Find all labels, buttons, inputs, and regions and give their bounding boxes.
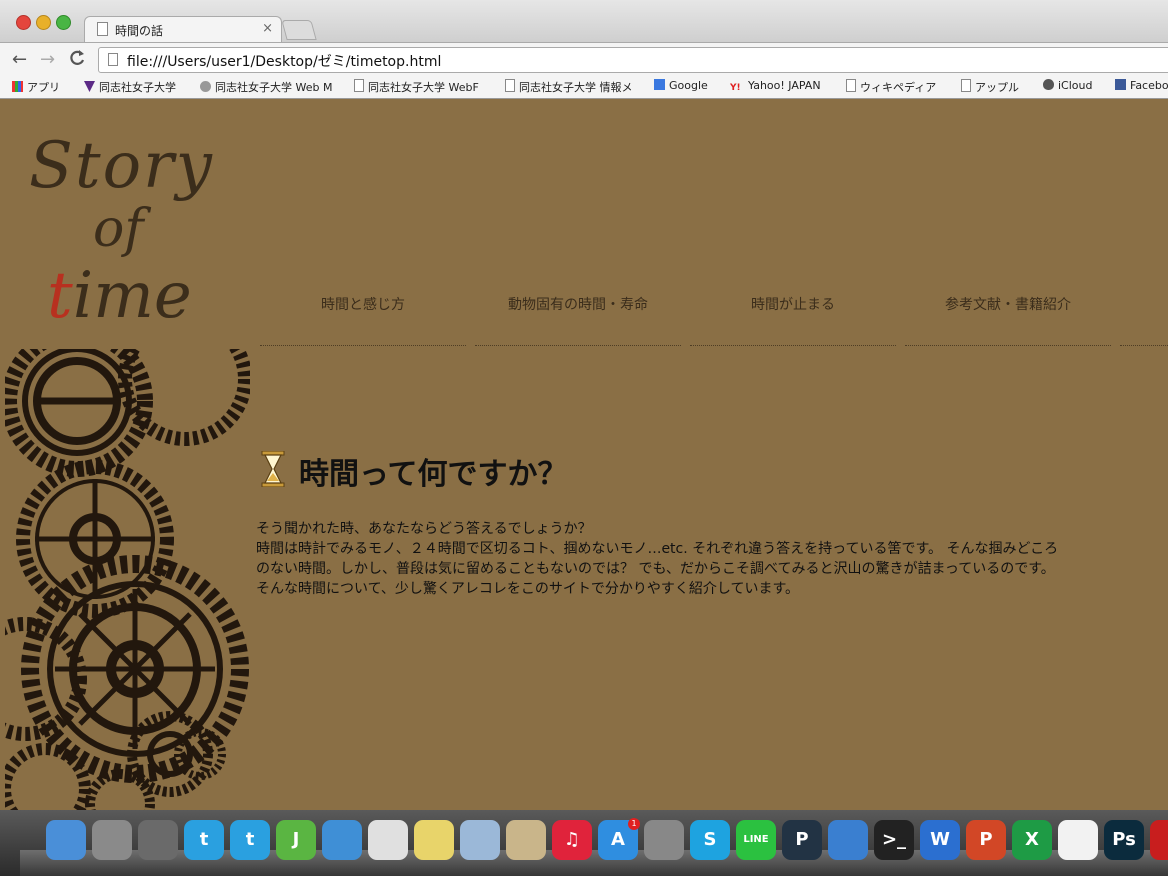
acrobat-icon[interactable] xyxy=(1150,820,1168,860)
launchpad-icon[interactable] xyxy=(92,820,132,860)
hourglass-icon xyxy=(261,451,285,487)
stickies-icon[interactable] xyxy=(414,820,454,860)
zoom-window-button[interactable] xyxy=(56,15,71,30)
bookmark-yahoo[interactable]: Y! Yahoo! JAPAN xyxy=(730,79,821,94)
nav-item-partial[interactable] xyxy=(1120,293,1168,346)
browser-tab-bar: 時間の話 × xyxy=(0,0,1168,43)
excel-icon[interactable]: X xyxy=(1012,820,1052,860)
nav-item-references[interactable]: 参考文献・書籍紹介 xyxy=(905,293,1111,346)
reload-button[interactable] xyxy=(68,49,86,72)
google-icon xyxy=(654,79,665,90)
browser-toolbar: ← → file:///Users/user1/Desktop/ゼミ/timet… xyxy=(0,42,1168,75)
bookmark-doshisha-info[interactable]: 同志社女子大学 情報メ xyxy=(505,79,633,95)
back-button[interactable]: ← xyxy=(12,49,27,70)
twitter-icon[interactable]: t xyxy=(184,820,224,860)
mail-icon[interactable] xyxy=(506,820,546,860)
yahoo-icon: Y! xyxy=(730,83,741,93)
logo-rest: ime xyxy=(72,259,192,333)
university-icon xyxy=(84,81,95,92)
chrome-icon[interactable] xyxy=(368,820,408,860)
bookmark-wikipedia[interactable]: ウィキペディア xyxy=(846,79,936,95)
tab-title: 時間の話 xyxy=(115,24,164,38)
heading-text: 時間って何ですか？ xyxy=(299,457,568,492)
j-app-icon[interactable]: J xyxy=(276,820,316,860)
finder-icon[interactable] xyxy=(46,820,86,860)
logo-line-story: Story xyxy=(29,129,214,203)
browser-tab[interactable]: 時間の話 × xyxy=(84,16,282,43)
page-icon xyxy=(961,79,971,92)
facebook-icon xyxy=(1115,79,1126,90)
system-preferences-icon[interactable] xyxy=(644,820,684,860)
logo-accent-letter: t xyxy=(47,259,73,333)
page-icon xyxy=(354,79,364,92)
apple-icon xyxy=(1043,79,1054,90)
web-icon xyxy=(200,81,211,92)
page-icon xyxy=(846,79,856,92)
bookmark-icloud[interactable]: iCloud xyxy=(1043,79,1092,92)
skype-icon[interactable]: S xyxy=(690,820,730,860)
notification-badge: 1 xyxy=(628,818,640,830)
apps-grid-icon xyxy=(12,81,23,92)
word-icon[interactable]: W xyxy=(920,820,960,860)
reload-icon xyxy=(70,50,85,65)
bookmark-google[interactable]: Google xyxy=(654,79,708,92)
page-icon xyxy=(505,79,515,92)
url-text[interactable]: file:///Users/user1/Desktop/ゼミ/timetop.h… xyxy=(127,51,441,71)
alpaca-icon[interactable] xyxy=(1058,820,1098,860)
bookmark-doshisha-webf[interactable]: 同志社女子大学 WebF xyxy=(354,79,479,95)
bookmarks-bar: アプリ 同志社女子大学 同志社女子大学 Web M 同志社女子大学 WebF 同… xyxy=(0,74,1168,99)
intro-paragraph: 時間は時計でみるモノ、２４時間で区切るコト、掴めないモノ…etc. それぞれ違う… xyxy=(256,541,1059,557)
bookmark-doshisha-webm[interactable]: 同志社女子大学 Web M xyxy=(200,79,332,95)
itunes-icon[interactable]: ♫ xyxy=(552,820,592,860)
intro-paragraph: そう聞かれた時、あなたならどう答えるでしょうか？ xyxy=(256,521,592,537)
line-icon[interactable]: LINE xyxy=(736,820,776,860)
powerpoint-icon[interactable]: P xyxy=(966,820,1006,860)
bookmark-doshisha[interactable]: 同志社女子大学 xyxy=(84,79,176,95)
tab-close-icon[interactable]: × xyxy=(262,21,273,36)
mac-dock: t t J ♫ A S LINE P >_ W P X Ps 1 xyxy=(0,810,1168,876)
bookmark-apps[interactable]: アプリ xyxy=(12,79,60,95)
twitter-icon-2[interactable]: t xyxy=(230,820,270,860)
nav-item-time-perception[interactable]: 時間と感じ方 xyxy=(260,293,466,346)
web-page: Story of time 時間と感じ方 動物固有の時間・寿命 時間が止まる 参… xyxy=(5,99,1168,810)
minimize-window-button[interactable] xyxy=(36,15,51,30)
p-app-icon[interactable]: P xyxy=(782,820,822,860)
bookmark-facebook[interactable]: Facebo xyxy=(1115,79,1168,92)
intro-paragraph: のない時間。しかし、普段は気に留めることもないのでは？ でも、だからこそ調べてみ… xyxy=(256,561,1055,577)
bookmark-apple[interactable]: アップル xyxy=(961,79,1019,95)
logo-line-time: time xyxy=(47,259,192,333)
nav-item-animal-time[interactable]: 動物固有の時間・寿命 xyxy=(475,293,681,346)
logo-line-of: of xyxy=(93,199,144,259)
preview-icon[interactable] xyxy=(460,820,500,860)
intro-paragraph: そんな時間について、少し驚くアレコレをこのサイトで分かりやすく紹介しています。 xyxy=(256,581,800,597)
safari-icon[interactable] xyxy=(322,820,362,860)
photo-icon[interactable] xyxy=(138,820,178,860)
forward-button[interactable]: → xyxy=(40,49,55,70)
intro-text: そう聞かれた時、あなたならどう答えるでしょうか？ 時間は時計でみるモノ、２４時間… xyxy=(256,519,1168,599)
page-icon xyxy=(108,53,118,66)
document-icon xyxy=(97,22,108,36)
xcode-icon[interactable] xyxy=(828,820,868,860)
close-window-button[interactable] xyxy=(16,15,31,30)
photoshop-icon[interactable]: Ps xyxy=(1104,820,1144,860)
new-tab-button[interactable] xyxy=(281,20,317,40)
address-bar[interactable]: file:///Users/user1/Desktop/ゼミ/timetop.h… xyxy=(98,47,1168,73)
nav-item-time-stops[interactable]: 時間が止まる xyxy=(690,293,896,346)
gears-illustration xyxy=(5,349,250,810)
terminal-icon[interactable]: >_ xyxy=(874,820,914,860)
